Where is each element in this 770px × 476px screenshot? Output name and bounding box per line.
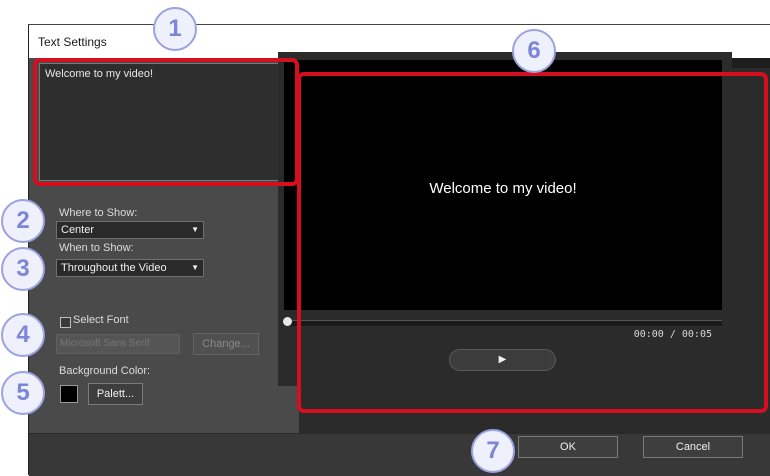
where-to-show-label: Where to Show: [59,207,138,219]
chevron-down-icon: ▼ [191,225,199,234]
background-color-swatch [60,385,78,403]
when-to-show-label: When to Show: [59,242,134,254]
change-font-button[interactable]: Change... [193,333,259,355]
where-to-show-dropdown[interactable]: Center ▼ [56,221,204,239]
callout-2: 2 [1,199,45,243]
callout-7: 7 [471,429,515,473]
font-name-field: Microsoft Sans Serif [56,334,180,354]
when-to-show-value: Throughout the Video [61,262,167,274]
highlight-text-input [33,58,299,186]
callout-3: 3 [1,247,45,291]
cancel-button[interactable]: Cancel [643,436,743,458]
where-to-show-value: Center [61,224,95,236]
ok-button[interactable]: OK [518,436,618,458]
callout-1: 1 [153,7,197,51]
dialog-title: Text Settings [38,35,107,49]
when-to-show-dropdown[interactable]: Throughout the Video ▼ [56,259,204,277]
callout-6: 6 [512,29,556,73]
chevron-down-icon: ▼ [191,263,199,272]
palette-button[interactable]: Palett... [88,383,143,405]
highlight-preview [297,72,768,413]
callout-5: 5 [1,371,45,415]
callout-4: 4 [1,313,45,357]
select-font-label: Select Font [73,314,129,326]
seek-handle[interactable] [283,317,292,326]
select-font-checkbox[interactable] [60,317,71,328]
background-color-label: Background Color: [59,365,151,377]
